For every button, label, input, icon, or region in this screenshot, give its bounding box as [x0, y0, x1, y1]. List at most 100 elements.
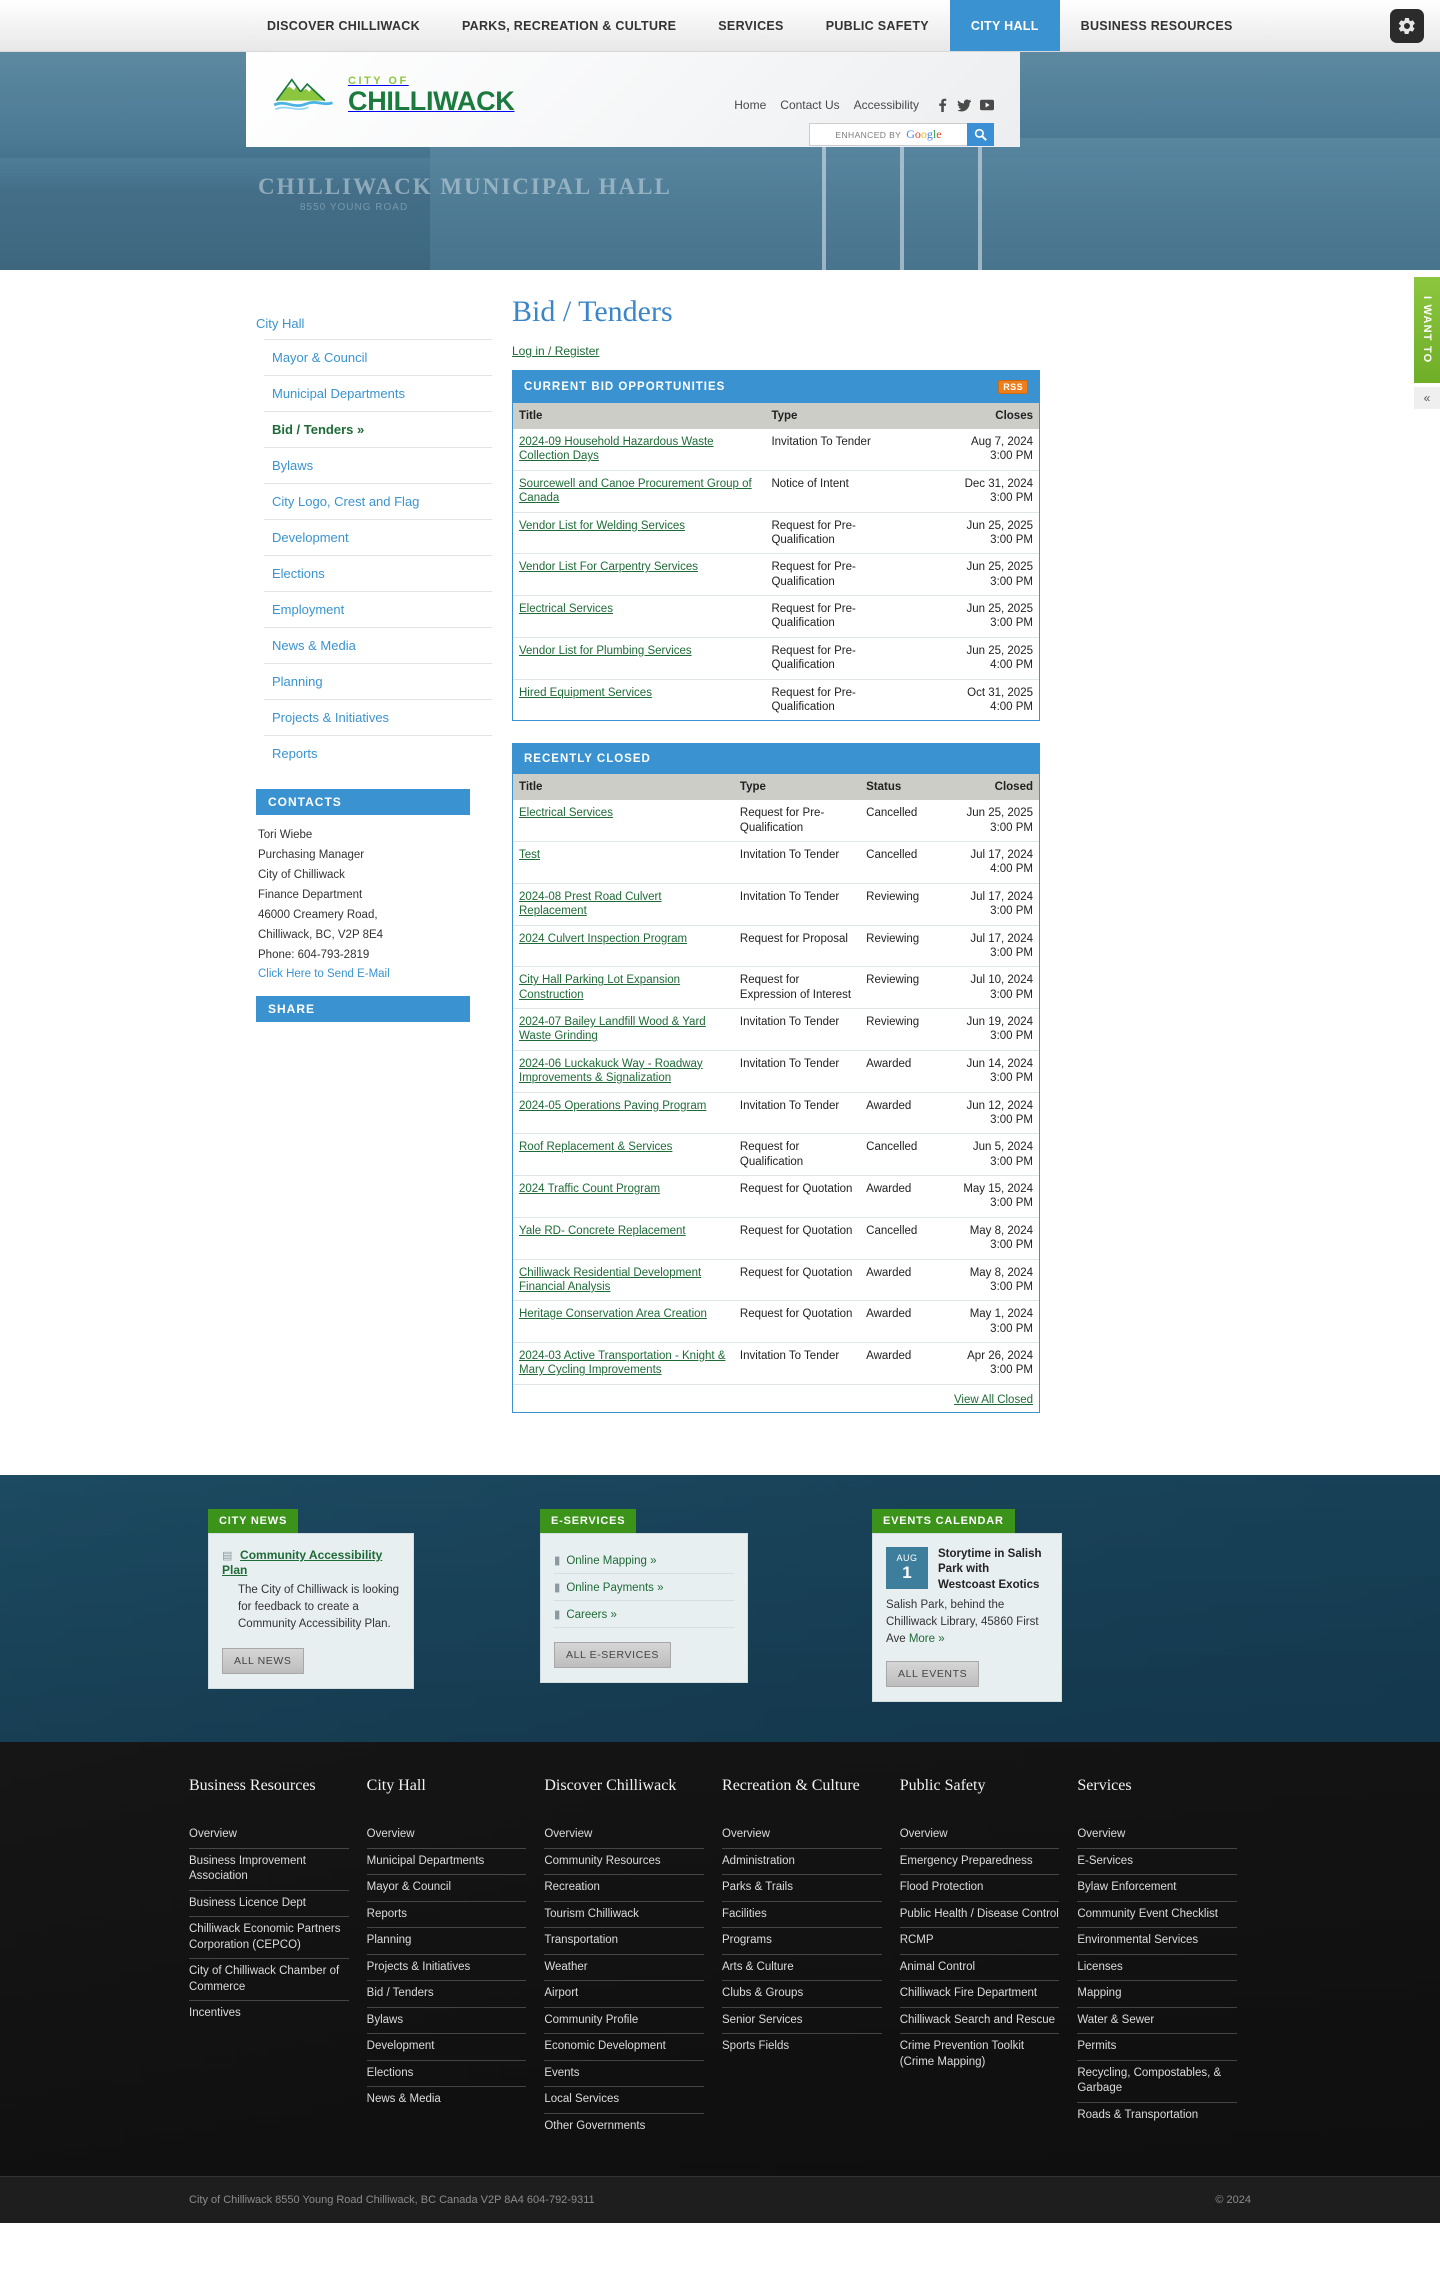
- table-row[interactable]: 2024-07 Bailey Landfill Wood & Yard Wast…: [513, 1008, 1039, 1051]
- e-service-link[interactable]: Careers »: [566, 1609, 617, 1621]
- footer-link[interactable]: Sports Fields: [722, 2034, 882, 2060]
- topnav-item-business-resources[interactable]: BUSINESS RESOURCES: [1060, 0, 1254, 51]
- footer-link[interactable]: Planning: [366, 1928, 527, 1955]
- closed-title-link[interactable]: 2024-07 Bailey Landfill Wood & Yard Wast…: [519, 1016, 706, 1042]
- topnav-item-parks-recreation-culture[interactable]: PARKS, RECREATION & CULTURE: [441, 0, 697, 51]
- footer-link[interactable]: Facilities: [722, 1902, 882, 1929]
- footer-link[interactable]: Community Profile: [544, 2008, 705, 2035]
- table-row[interactable]: 2024 Traffic Count Program Request for Qu…: [513, 1175, 1039, 1218]
- footer-link[interactable]: Licenses: [1077, 1955, 1238, 1982]
- footer-link[interactable]: Bid / Tenders: [366, 1981, 527, 2008]
- footer-link[interactable]: Bylaw Enforcement: [1077, 1875, 1238, 1902]
- sidebar-item-planning[interactable]: Planning: [264, 663, 492, 699]
- topnav-item-public-safety[interactable]: PUBLIC SAFETY: [805, 0, 950, 51]
- table-row[interactable]: Heritage Conservation Area Creation Reque…: [513, 1300, 1039, 1343]
- footer-link[interactable]: Weather: [544, 1955, 705, 1982]
- footer-link[interactable]: Programs: [722, 1928, 882, 1955]
- footer-link[interactable]: Overview: [544, 1822, 705, 1849]
- settings-gear-button[interactable]: [1390, 9, 1424, 43]
- table-row[interactable]: Hired Equipment Services Request for Pre-…: [513, 678, 1039, 721]
- footer-link[interactable]: Other Governments: [544, 2114, 704, 2140]
- footer-link[interactable]: Overview: [899, 1822, 1060, 1849]
- footer-link[interactable]: Recycling, Compostables, & Garbage: [1077, 2061, 1238, 2103]
- facebook-icon[interactable]: [937, 98, 948, 112]
- bid-title-link[interactable]: Vendor List For Carpentry Services: [519, 561, 698, 573]
- table-row[interactable]: Electrical Services Request for Pre-Quali…: [513, 595, 1039, 638]
- footer-link[interactable]: Business Improvement Association: [189, 1849, 349, 1891]
- sidebar-item-reports[interactable]: Reports: [264, 735, 492, 771]
- footer-link[interactable]: Clubs & Groups: [722, 1981, 882, 2008]
- footer-link[interactable]: RCMP: [899, 1928, 1060, 1955]
- closed-title-link[interactable]: 2024 Traffic Count Program: [519, 1183, 660, 1195]
- table-row[interactable]: Vendor List for Plumbing Services Request…: [513, 636, 1039, 679]
- utility-link-accessibility[interactable]: Accessibility: [854, 98, 919, 112]
- sidebar-item-bylaws[interactable]: Bylaws: [264, 447, 492, 483]
- closed-title-link[interactable]: Chilliwack Residential Development Finan…: [519, 1267, 701, 1293]
- footer-link[interactable]: Business Licence Dept: [189, 1891, 349, 1918]
- footer-link[interactable]: Community Event Checklist: [1077, 1902, 1238, 1929]
- footer-link[interactable]: Transportation: [544, 1928, 705, 1955]
- closed-title-link[interactable]: Electrical Services: [519, 807, 613, 819]
- event-more-link[interactable]: More »: [909, 1633, 945, 1645]
- footer-link[interactable]: Chilliwack Economic Partners Corporation…: [189, 1917, 349, 1960]
- footer-link[interactable]: Tourism Chilliwack: [544, 1902, 705, 1929]
- footer-link[interactable]: Overview: [1077, 1822, 1238, 1849]
- footer-link[interactable]: Administration: [722, 1849, 882, 1876]
- footer-link[interactable]: Reports: [366, 1902, 527, 1929]
- footer-link[interactable]: Overview: [189, 1822, 349, 1849]
- event-title[interactable]: Storytime in Salish Park with Westcoast …: [938, 1547, 1048, 1594]
- footer-link[interactable]: Emergency Preparedness: [899, 1849, 1060, 1876]
- footer-link[interactable]: City of Chilliwack Chamber of Commerce: [189, 1959, 349, 2002]
- footer-link[interactable]: Projects & Initiatives: [366, 1955, 527, 1982]
- youtube-icon[interactable]: [980, 99, 994, 111]
- table-row[interactable]: Yale RD- Concrete Replacement Request for…: [513, 1216, 1039, 1259]
- sidebar-item-employment[interactable]: Employment: [264, 591, 492, 627]
- footer-link[interactable]: Mayor & Council: [366, 1875, 527, 1902]
- sidebar-item-mayor-council[interactable]: Mayor & Council: [264, 339, 492, 375]
- table-row[interactable]: City Hall Parking Lot Expansion Construc…: [513, 966, 1039, 1009]
- search-submit-button[interactable]: [967, 123, 994, 146]
- table-row[interactable]: Electrical Services Request for Pre-Quali…: [513, 800, 1039, 841]
- sidebar-item-city-logo-crest-and-flag[interactable]: City Logo, Crest and Flag: [264, 483, 492, 519]
- footer-link[interactable]: Bylaws: [366, 2008, 527, 2035]
- footer-link[interactable]: Community Resources: [544, 1849, 705, 1876]
- e-service-link[interactable]: Online Mapping »: [566, 1555, 656, 1567]
- footer-link[interactable]: E-Services: [1077, 1849, 1238, 1876]
- bid-title-link[interactable]: Sourcewell and Canoe Procurement Group o…: [519, 478, 752, 504]
- topnav-item-discover-chilliwack[interactable]: DISCOVER CHILLIWACK: [246, 0, 441, 51]
- footer-link[interactable]: Recreation: [544, 1875, 705, 1902]
- bid-title-link[interactable]: Vendor List for Plumbing Services: [519, 645, 692, 657]
- table-row[interactable]: Test Invitation To Tender Cancelled Jul 17,…: [513, 841, 1039, 884]
- topnav-item-city-hall[interactable]: CITY HALL: [949, 0, 1060, 51]
- footer-link[interactable]: Airport: [544, 1981, 705, 2008]
- table-row[interactable]: 2024-06 Luckakuck Way - Roadway Improvem…: [513, 1049, 1039, 1092]
- footer-link[interactable]: Flood Protection: [899, 1875, 1060, 1902]
- table-row[interactable]: Sourcewell and Canoe Procurement Group o…: [513, 469, 1039, 512]
- all-news-button[interactable]: ALL NEWS: [222, 1647, 304, 1674]
- e-service-link[interactable]: Online Payments »: [566, 1582, 663, 1594]
- login-register-link[interactable]: Log in / Register: [512, 344, 599, 358]
- i-want-to-tab[interactable]: I WANT TO: [1412, 275, 1440, 385]
- footer-link[interactable]: Overview: [722, 1822, 882, 1849]
- footer-link[interactable]: Public Health / Disease Control: [899, 1902, 1060, 1929]
- all-events-button[interactable]: ALL EVENTS: [886, 1661, 980, 1688]
- bid-title-link[interactable]: 2024-09 Household Hazardous Waste Collec…: [519, 436, 714, 462]
- footer-link[interactable]: News & Media: [367, 2087, 527, 2113]
- all-e-services-button[interactable]: ALL E-SERVICES: [554, 1641, 672, 1668]
- twitter-icon[interactable]: [957, 98, 971, 112]
- footer-link[interactable]: Elections: [366, 2061, 527, 2088]
- search-input[interactable]: ENHANCED BY Google: [809, 123, 967, 146]
- rss-button[interactable]: RSS: [998, 380, 1028, 394]
- closed-title-link[interactable]: 2024-06 Luckakuck Way - Roadway Improvem…: [519, 1058, 703, 1084]
- table-row[interactable]: Roof Replacement & Services Request for Q…: [513, 1133, 1039, 1176]
- footer-link[interactable]: Chilliwack Fire Department: [899, 1981, 1060, 2008]
- news-item-title[interactable]: Community Accessibility Plan: [222, 1548, 382, 1577]
- contact-email-link[interactable]: Click Here to Send E-Mail: [258, 968, 390, 980]
- footer-link[interactable]: Water & Sewer: [1077, 2008, 1238, 2035]
- bid-title-link[interactable]: Hired Equipment Services: [519, 687, 652, 699]
- sidebar-item-development[interactable]: Development: [264, 519, 492, 555]
- table-row[interactable]: 2024-03 Active Transportation - Knight &…: [513, 1341, 1039, 1384]
- footer-link[interactable]: Parks & Trails: [722, 1875, 882, 1902]
- closed-title-link[interactable]: 2024 Culvert Inspection Program: [519, 933, 687, 945]
- footer-link[interactable]: Mapping: [1077, 1981, 1238, 2008]
